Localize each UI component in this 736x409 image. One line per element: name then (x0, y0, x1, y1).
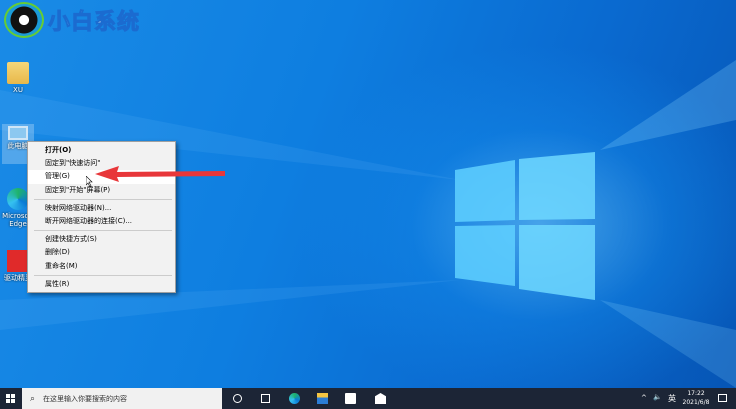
volume-icon[interactable]: 🔈 (653, 393, 662, 401)
icon-label: 此电脑 (7, 142, 29, 150)
menu-separator (34, 198, 172, 200)
desktop-icon-xu[interactable]: XU (2, 62, 34, 94)
menu-item-open[interactable]: 打开(O) (28, 144, 175, 157)
clock-time: 17:22 (687, 390, 705, 397)
action-center-icon[interactable] (718, 394, 727, 402)
menu-item-create-shortcut[interactable]: 创建快捷方式(S) (28, 233, 175, 246)
menu-item-rename[interactable]: 重命名(M) (28, 260, 175, 273)
clock-date: 2021/6/8 (682, 399, 710, 406)
start-button[interactable] (6, 394, 15, 403)
file-explorer-icon[interactable] (317, 393, 328, 404)
driver-app-icon (7, 250, 29, 272)
search-icon: ⌕ (30, 393, 36, 404)
red-arrow-annotation (95, 166, 225, 182)
edge-icon[interactable] (289, 393, 300, 404)
context-menu: 打开(O) 固定到"快速访问" 管理(G) 固定到"开始"屏幕(P) 映射网络驱… (27, 141, 176, 293)
edge-icon (7, 188, 29, 210)
menu-item-properties[interactable]: 属性(R) (28, 278, 175, 291)
menu-item-pin-start[interactable]: 固定到"开始"屏幕(P) (28, 184, 175, 197)
menu-item-map-drive[interactable]: 映射网络驱动器(N)... (28, 202, 175, 215)
task-view-icon[interactable] (261, 394, 270, 403)
icon-label: XU (13, 86, 23, 94)
menu-separator (34, 230, 172, 232)
store-icon[interactable] (345, 393, 356, 404)
computer-icon (8, 126, 28, 140)
logo-icon (4, 2, 44, 38)
cortana-icon[interactable] (233, 394, 242, 403)
menu-item-disconnect-drive[interactable]: 断开网络驱动器的连接(C)... (28, 215, 175, 228)
windows-logo (455, 152, 595, 300)
watermark-logo: 小白系统 (4, 2, 140, 38)
taskbar-search-box[interactable]: ⌕ 在这里输入你要搜索的内容 (22, 388, 222, 409)
clock[interactable]: 17:22 2021/6/8 (678, 389, 714, 407)
taskbar: ⌕ 在这里输入你要搜索的内容 ^ 🔈 英 17:22 2021/6/8 (0, 388, 736, 409)
mail-icon[interactable] (375, 393, 386, 404)
search-placeholder: 在这里输入你要搜索的内容 (43, 394, 128, 403)
mouse-cursor-icon (86, 176, 93, 187)
user-folder-icon (7, 62, 29, 84)
watermark-text: 小白系统 (47, 10, 141, 36)
menu-separator (34, 274, 172, 276)
ime-indicator[interactable]: 英 (668, 393, 676, 404)
tray-chevron-icon[interactable]: ^ (641, 394, 647, 402)
menu-item-delete[interactable]: 删除(D) (28, 246, 175, 259)
